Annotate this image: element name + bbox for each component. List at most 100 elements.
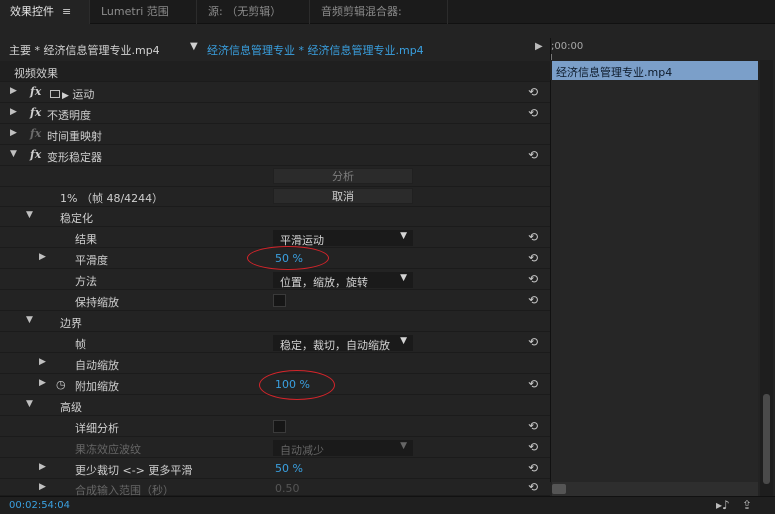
method-label: 方法	[75, 275, 97, 288]
motion-label-wrap: ▶ 运动	[50, 86, 94, 102]
master-clip-label[interactable]: 主要 * 经济信息管理专业.mp4	[9, 42, 160, 58]
rolling-shutter-dropdown-value: 自动减少	[280, 444, 324, 457]
export-icon[interactable]: ⇪	[742, 498, 752, 512]
expand-triangle-icon[interactable]: ▶	[39, 357, 46, 367]
tab-source[interactable]: 源: （无剪辑）	[198, 0, 310, 24]
vertical-scrollbar[interactable]	[760, 60, 773, 496]
sequence-clip-label[interactable]: 经济信息管理专业 * 经济信息管理专业.mp4	[207, 42, 424, 58]
group-stabilization[interactable]: ▼ 稳定化	[0, 206, 550, 227]
reset-icon[interactable]: ⟲	[528, 419, 538, 433]
progress-row: 1% （帧 48/4244） 取消	[0, 186, 550, 207]
chevron-down-icon: ▼	[400, 231, 407, 241]
group-advanced[interactable]: ▼ 高级	[0, 395, 550, 416]
smoothness-label: 平滑度	[75, 254, 108, 267]
param-synth-input: ▶ 合成输入范围（秒） 0.50 ⟲	[0, 479, 550, 497]
fx-icon[interactable]: fx	[30, 106, 41, 119]
timeline-timecode: ;00:00	[551, 41, 584, 52]
play-icon[interactable]: ▶	[535, 41, 543, 52]
preserve-scale-checkbox[interactable]	[273, 294, 286, 307]
effect-row-warp-stabilizer[interactable]: ▼ fx 变形稳定器 ⟲	[0, 145, 550, 166]
param-detailed-analysis: 详细分析 ⟲	[0, 416, 550, 437]
scrollbar-thumb[interactable]	[552, 484, 566, 494]
group-borders[interactable]: ▼ 边界	[0, 311, 550, 332]
detailed-analysis-label: 详细分析	[75, 422, 119, 435]
collapse-triangle-icon[interactable]: ▼	[26, 210, 33, 220]
expand-triangle-icon[interactable]: ▶	[10, 86, 17, 96]
reset-icon[interactable]: ⟲	[528, 85, 538, 99]
expand-triangle-icon[interactable]: ▶	[10, 128, 17, 138]
timeline-area[interactable]	[550, 80, 758, 482]
borders-label: 边界	[60, 317, 82, 330]
auto-scale-label: 自动缩放	[75, 359, 119, 372]
reset-icon[interactable]: ⟲	[528, 251, 538, 265]
effect-row-motion[interactable]: ▶ fx ▶ 运动 ⟲	[0, 82, 550, 103]
reset-icon[interactable]: ⟲	[528, 106, 538, 120]
advanced-label: 高级	[60, 401, 82, 414]
tab-lumetri-scopes[interactable]: Lumetri 范围	[91, 0, 197, 24]
result-dropdown[interactable]: 平滑运动 ▼	[273, 230, 413, 247]
expand-triangle-icon[interactable]: ▶	[39, 252, 46, 262]
reset-icon[interactable]: ⟲	[528, 377, 538, 391]
reset-icon[interactable]: ⟲	[528, 230, 538, 244]
chevron-down-icon: ▼	[400, 336, 407, 346]
method-dropdown[interactable]: 位置，缩放，旋转 ▼	[273, 272, 413, 289]
transform-icon[interactable]	[50, 90, 60, 98]
annotation-oval-smoothness	[247, 246, 329, 270]
expand-triangle-icon[interactable]: ▶	[39, 482, 46, 492]
expand-triangle-icon[interactable]: ▶	[39, 462, 46, 472]
framing-dropdown[interactable]: 稳定，裁切，自动缩放 ▼	[273, 335, 413, 352]
chevron-down-icon: ▼	[400, 273, 407, 283]
tab-audio-clip-mixer[interactable]: 音频剪辑混合器:	[311, 0, 448, 24]
section-video-effects: 视频效果	[0, 61, 550, 82]
transform-caret-icon: ▶	[62, 91, 69, 101]
analyze-button[interactable]: 分析	[273, 168, 413, 184]
additional-scale-label: 附加缩放	[75, 380, 119, 393]
effect-row-time-remap[interactable]: ▶ fx 时间重映射	[0, 124, 550, 145]
time-remap-label: 时间重映射	[47, 130, 102, 143]
param-preserve-scale: 保持缩放 ⟲	[0, 290, 550, 311]
vertical-scrollbar-thumb[interactable]	[763, 394, 770, 484]
audio-only-icon[interactable]: ▸♪	[716, 498, 730, 512]
analysis-progress: 1% （帧 48/4244）	[60, 192, 164, 205]
collapse-triangle-icon[interactable]: ▼	[10, 149, 17, 159]
reset-icon[interactable]: ⟲	[528, 440, 538, 454]
synth-input-value: 0.50	[275, 482, 300, 495]
reset-icon[interactable]: ⟲	[528, 272, 538, 286]
timeline-clip[interactable]: 经济信息管理专业.mp4	[552, 61, 758, 80]
fx-icon[interactable]: fx	[30, 148, 41, 161]
analyze-row: 分析	[0, 166, 550, 187]
timeline-ruler[interactable]: ;00:00	[550, 38, 775, 60]
timeline-scrollbar[interactable]	[552, 482, 758, 496]
crop-smooth-value[interactable]: 50 %	[275, 462, 303, 475]
status-bar: 00:02:54:04 ▸♪ ⇪	[0, 496, 775, 514]
reset-icon[interactable]: ⟲	[528, 293, 538, 307]
panel-menu-icon[interactable]: ≡	[62, 5, 71, 18]
cancel-button[interactable]: 取消	[273, 188, 413, 204]
collapse-triangle-icon[interactable]: ▼	[26, 399, 33, 409]
crop-smooth-label: 更少裁切 <-> 更多平滑	[75, 464, 193, 477]
reset-icon[interactable]: ⟲	[528, 461, 538, 475]
dropdown-arrow-icon[interactable]: ▼	[190, 41, 198, 52]
param-framing: 帧 稳定，裁切，自动缩放 ▼ ⟲	[0, 332, 550, 353]
rolling-shutter-label: 果冻效应波纹	[75, 443, 141, 456]
result-label: 结果	[75, 233, 97, 246]
tab-effect-controls[interactable]: 效果控件 ≡	[0, 0, 90, 24]
preserve-scale-label: 保持缩放	[75, 296, 119, 309]
expand-triangle-icon[interactable]: ▶	[10, 107, 17, 117]
reset-icon[interactable]: ⟲	[528, 148, 538, 162]
chevron-down-icon: ▼	[400, 441, 407, 451]
reset-icon[interactable]: ⟲	[528, 335, 538, 349]
stopwatch-icon[interactable]: ◷	[56, 378, 66, 391]
fx-icon[interactable]: fx	[30, 85, 41, 98]
param-result: 结果 平滑运动 ▼ ⟲	[0, 227, 550, 248]
expand-triangle-icon[interactable]: ▶	[39, 378, 46, 388]
ruler-tick	[551, 54, 552, 60]
detailed-analysis-checkbox[interactable]	[273, 420, 286, 433]
framing-dropdown-value: 稳定，裁切，自动缩放	[280, 339, 390, 352]
framing-label: 帧	[75, 338, 86, 351]
collapse-triangle-icon[interactable]: ▼	[26, 315, 33, 325]
current-timecode[interactable]: 00:02:54:04	[9, 500, 70, 511]
effect-row-opacity[interactable]: ▶ fx 不透明度 ⟲	[0, 103, 550, 124]
fx-icon: fx	[30, 127, 42, 140]
reset-icon[interactable]: ⟲	[528, 480, 538, 494]
